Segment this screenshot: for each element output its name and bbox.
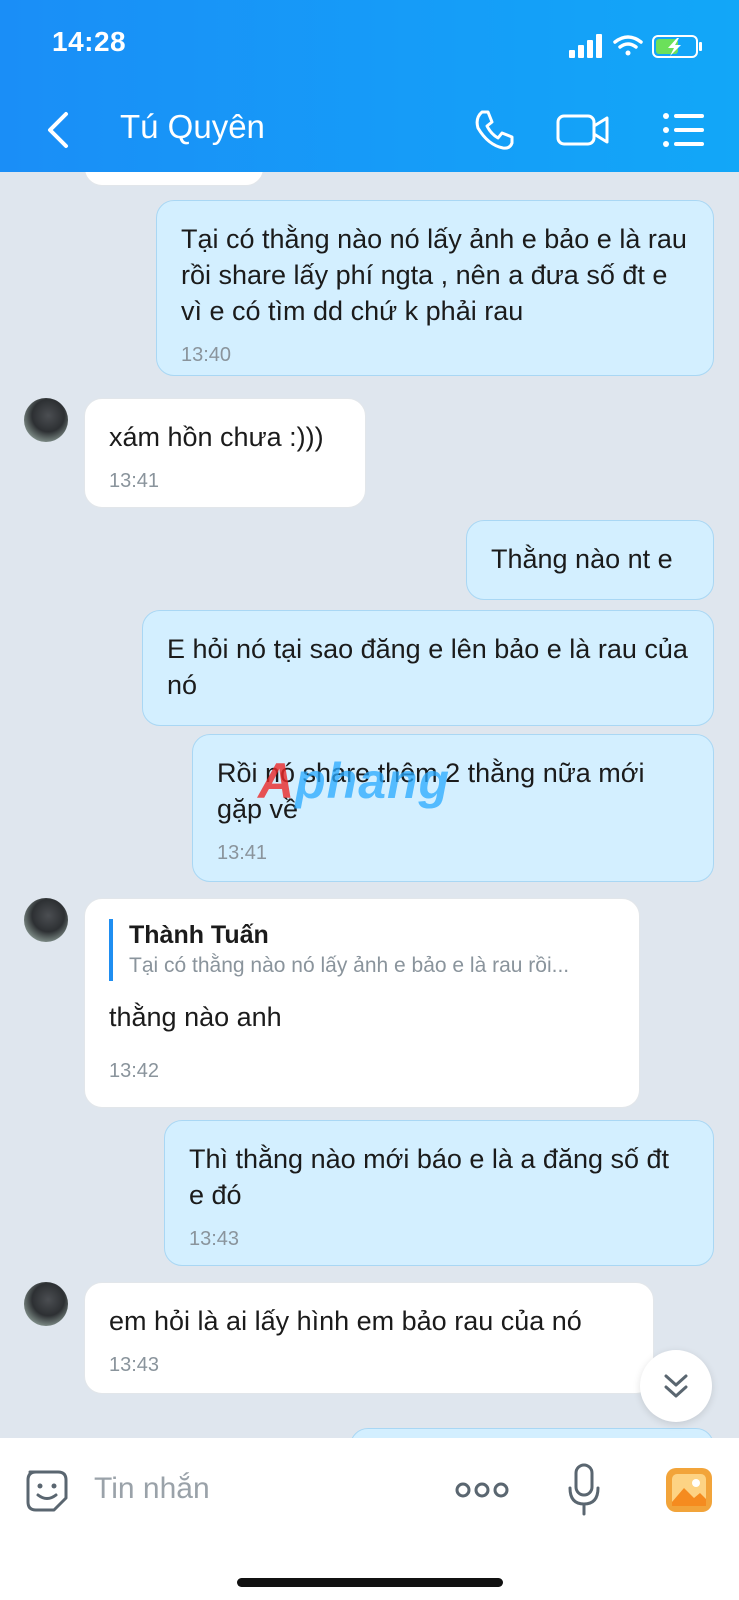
message-text: thằng nào anh: [109, 1002, 282, 1032]
sticker-button[interactable]: [24, 1468, 70, 1514]
avatar[interactable]: [24, 398, 68, 442]
message-input[interactable]: Tin nhắn: [94, 1472, 210, 1506]
avatar[interactable]: [24, 1282, 68, 1326]
battery-icon: [652, 35, 702, 58]
message-text: xám hồn chưa :))): [109, 422, 324, 452]
message-bubble-outgoing[interactable]: Thằng nào nt e: [466, 520, 714, 600]
gallery-button[interactable]: [664, 1466, 714, 1514]
phone-icon: [475, 110, 514, 150]
chat-header: 14:28 Tú Quyên: [0, 0, 739, 172]
message-bubble-outgoing[interactable]: Thì thằng nào mới báo e là a đăng số đt …: [164, 1120, 714, 1266]
watermark-part1: A: [258, 753, 296, 809]
video-call-button[interactable]: [555, 106, 611, 154]
watermark-logo: Aphang: [258, 752, 450, 810]
quoted-text: Tại có thằng nào nó lấy ảnh e bảo e là r…: [129, 954, 570, 977]
contact-name[interactable]: Tú Quyên: [120, 108, 265, 146]
back-button[interactable]: [40, 106, 80, 154]
wifi-icon: [613, 35, 643, 56]
watermark-part2: phang: [295, 753, 451, 809]
message-bubble-partial[interactable]: [84, 172, 264, 186]
message-bubble-incoming-reply[interactable]: Thành Tuấn Tại có thằng nào nó lấy ảnh e…: [84, 898, 640, 1108]
home-indicator: [237, 1578, 503, 1587]
message-bubble-incoming[interactable]: xám hồn chưa :))) 13:41: [84, 398, 366, 508]
status-icons: [569, 34, 702, 58]
message-text: Thằng nào nt e: [491, 544, 673, 574]
message-time: 13:43: [109, 1354, 160, 1376]
avatar[interactable]: [24, 898, 68, 942]
message-input-bar: Tin nhắn: [0, 1438, 739, 1600]
more-dots-icon: [455, 1482, 509, 1498]
message-text: E hỏi nó tại sao đăng e lên bảo e là rau…: [167, 634, 688, 700]
message-bubble-incoming[interactable]: em hỏi là ai lấy hình em bảo rau của nó …: [84, 1282, 654, 1394]
message-time: 13:41: [217, 842, 268, 864]
message-time: 13:42: [109, 1060, 160, 1082]
message-text: em hỏi là ai lấy hình em bảo rau của nó: [109, 1306, 582, 1336]
status-time: 14:28: [52, 26, 127, 57]
more-options-button[interactable]: [454, 1478, 510, 1502]
double-chevron-down-icon: [664, 1374, 688, 1398]
quoted-sender: Thành Tuấn: [129, 921, 269, 949]
microphone-icon: [568, 1463, 600, 1516]
voice-record-button[interactable]: [566, 1462, 602, 1518]
message-time: 13:41: [109, 470, 160, 492]
voice-call-button[interactable]: [470, 106, 518, 154]
list-menu-icon: [663, 113, 704, 147]
image-gallery-icon: [666, 1468, 712, 1512]
message-time: 13:43: [189, 1228, 240, 1250]
message-bubble-outgoing[interactable]: E hỏi nó tại sao đăng e lên bảo e là rau…: [142, 610, 714, 726]
message-text: Thì thằng nào mới báo e là a đăng số đt …: [189, 1144, 670, 1210]
video-camera-icon: [556, 114, 609, 146]
chevron-left-icon: [48, 112, 68, 148]
message-bubble-outgoing[interactable]: Tại có thằng nào nó lấy ảnh e bảo e là r…: [156, 200, 714, 376]
quoted-message[interactable]: Thành Tuấn Tại có thằng nào nó lấy ảnh e…: [109, 919, 615, 981]
message-bubble-partial[interactable]: [350, 1428, 714, 1438]
sticker-face-icon: [26, 1470, 68, 1512]
message-text: Tại có thằng nào nó lấy ảnh e bảo e là r…: [181, 224, 687, 326]
signal-icon: [569, 34, 602, 58]
scroll-to-bottom-button[interactable]: [640, 1350, 712, 1422]
chat-menu-button[interactable]: [660, 106, 708, 154]
message-time: 13:40: [181, 344, 232, 366]
